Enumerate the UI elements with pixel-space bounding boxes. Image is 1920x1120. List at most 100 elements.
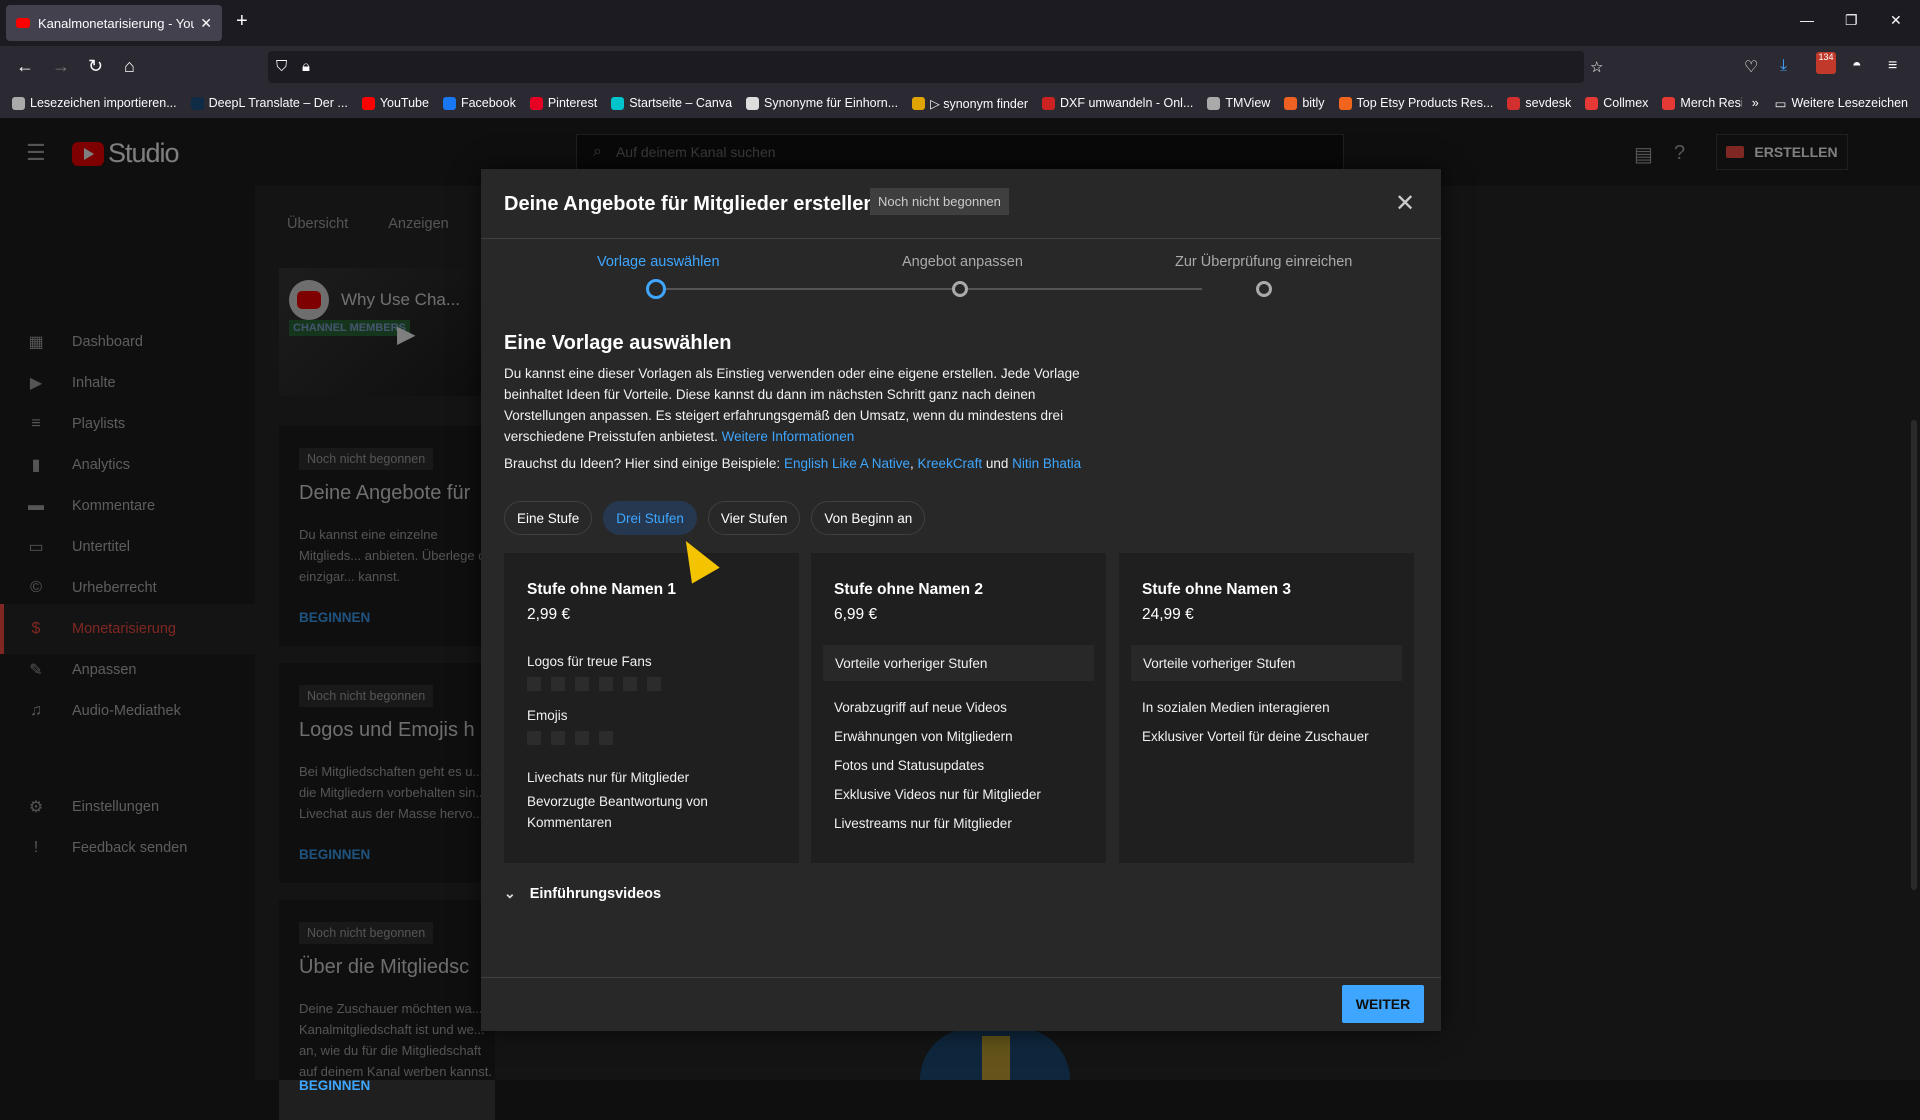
- close-window-icon[interactable]: ✕: [1890, 12, 1902, 29]
- template-chips: Eine Stufe Drei Stufen Vier Stufen Von B…: [504, 501, 936, 535]
- bookmarks-bar: Lesezeichen importieren... DeepL Translat…: [0, 88, 1920, 118]
- shield-icon[interactable]: ⛉: [276, 58, 287, 75]
- pocket-icon[interactable]: ♡: [1744, 57, 1758, 77]
- bookmark-label: Collmex: [1603, 96, 1649, 110]
- bookmark-item[interactable]: Facebook: [442, 96, 516, 110]
- tier-price: 24,99 €: [1142, 606, 1194, 623]
- intro-videos-toggle[interactable]: ⌄ Einführungsvideos: [504, 885, 661, 902]
- chip-three-tiers[interactable]: Drei Stufen: [603, 501, 697, 535]
- perk-item: Livechats nur für Mitglieder: [527, 770, 690, 785]
- tier-card-1[interactable]: Stufe ohne Namen 1 2,99 € Logos für treu…: [504, 553, 799, 863]
- bookmark-label: bitly: [1302, 96, 1325, 110]
- browser-tab-active[interactable]: Kanalmonetarisierung - YouTube ✕: [6, 5, 222, 41]
- perk-item: In sozialen Medien interagieren: [1142, 700, 1330, 715]
- bookmark-label: Startseite – Canva: [629, 96, 733, 110]
- perk-item: Bevorzugte Beantwortung von Kommentaren: [527, 794, 708, 830]
- chevron-down-icon: ⌄: [504, 885, 516, 901]
- folder-icon: ▭: [1774, 96, 1787, 111]
- youtube-favicon-icon: [16, 18, 30, 28]
- example-link-nitin-bhatia[interactable]: Nitin Bhatia: [1012, 456, 1081, 471]
- reload-icon[interactable]: ↻: [88, 56, 103, 77]
- browser-navbar: ← → ↻ ⌂ ⛉ 🔒︎ ☆ ♡ ⤓ 134 ◓ ≡: [0, 46, 1920, 88]
- example-link-english-like-a-native[interactable]: English Like A Native: [784, 456, 910, 471]
- tier-card-2[interactable]: Stufe ohne Namen 2 6,99 € Vorteile vorhe…: [811, 553, 1106, 863]
- extension-badge[interactable]: 134: [1816, 52, 1836, 74]
- url-bar[interactable]: ⛉ 🔒︎ ☆: [268, 51, 1603, 83]
- perk-logos: Logos für treue Fans: [527, 654, 652, 669]
- lock-icon[interactable]: 🔒︎: [302, 58, 310, 75]
- bookmark-item[interactable]: Pinterest: [529, 96, 597, 110]
- bookmark-label: sevdesk: [1525, 96, 1572, 110]
- bookmark-favicon-icon: [1662, 96, 1676, 110]
- tier-name: Stufe ohne Namen 1: [527, 581, 676, 598]
- bookmark-favicon-icon: [1338, 96, 1352, 110]
- footer-divider: [481, 977, 1441, 978]
- step-1-label: Vorlage auswählen: [597, 254, 720, 270]
- bookmark-favicon-icon: [1507, 96, 1521, 110]
- menu-icon[interactable]: ≡: [1888, 57, 1897, 75]
- chip-four-tiers[interactable]: Vier Stufen: [707, 501, 801, 535]
- next-button[interactable]: WEITER: [1342, 985, 1424, 1023]
- previous-tier-perks: Vorteile vorheriger Stufen: [1131, 645, 1402, 681]
- close-tab-icon[interactable]: ✕: [200, 15, 212, 32]
- bookmark-label: DeepL Translate – Der ...: [208, 96, 348, 110]
- forward-icon[interactable]: →: [52, 56, 70, 77]
- restore-icon[interactable]: ❐: [1845, 12, 1858, 29]
- download-icon[interactable]: ⤓: [1780, 57, 1787, 75]
- step-3-label: Zur Überprüfung einreichen: [1175, 254, 1353, 270]
- ideas-comma: ,: [910, 456, 914, 471]
- bookmark-item[interactable]: DeepL Translate – Der ...: [190, 96, 348, 110]
- section-description: Du kannst eine dieser Vorlagen als Einst…: [504, 363, 1114, 447]
- bookmark-favicon-icon: [1284, 96, 1298, 110]
- chevron-double-right-icon[interactable]: »: [1752, 96, 1759, 110]
- bookmark-label: Facebook: [460, 96, 516, 110]
- dialog-divider: [481, 238, 1441, 239]
- bookmark-favicon-icon: [912, 96, 926, 110]
- bookmark-item[interactable]: TMView: [1207, 96, 1270, 110]
- bookmark-item[interactable]: Top Etsy Products Res...: [1338, 96, 1493, 110]
- tier-card-3[interactable]: Stufe ohne Namen 3 24,99 € Vorteile vorh…: [1119, 553, 1414, 863]
- chip-one-tier[interactable]: Eine Stufe: [504, 501, 593, 535]
- bookmark-item[interactable]: ▷ synonym finder: [912, 96, 1028, 111]
- tier-name: Stufe ohne Namen 2: [834, 581, 983, 598]
- bookmark-item[interactable]: YouTube: [361, 96, 429, 110]
- back-icon[interactable]: ←: [16, 56, 34, 77]
- close-icon[interactable]: ✕: [1395, 189, 1415, 218]
- example-link-kreekcraft[interactable]: KreekCraft: [918, 456, 983, 471]
- bookmark-favicon-icon: [361, 96, 375, 110]
- extension-icon[interactable]: ◓: [1852, 57, 1862, 75]
- bookmark-label: DXF umwandeln - Onl...: [1060, 96, 1194, 110]
- bookmark-favicon-icon: [1207, 96, 1221, 110]
- chip-from-scratch[interactable]: Von Beginn an: [811, 501, 926, 535]
- more-info-link[interactable]: Weitere Informationen: [722, 429, 855, 444]
- status-badge: Noch nicht begonnen: [870, 188, 1009, 215]
- perk-item: Exklusive Videos nur für Mitglieder: [834, 787, 1041, 802]
- other-bookmarks-link[interactable]: Weitere Lesezeichen: [1791, 96, 1908, 110]
- bookmark-label: YouTube: [379, 96, 429, 110]
- begin-button[interactable]: BEGINNEN: [299, 1078, 370, 1093]
- bookmark-item[interactable]: Lesezeichen importieren...: [12, 96, 177, 110]
- bookmark-item[interactable]: sevdesk: [1507, 96, 1571, 110]
- step-1-dot: [646, 279, 666, 299]
- intro-videos-label: Einführungsvideos: [529, 885, 662, 902]
- bookmark-favicon-icon: [611, 96, 625, 110]
- bookmark-label: TMView: [1225, 96, 1271, 110]
- bookmark-star-icon[interactable]: ☆: [1590, 58, 1603, 76]
- home-icon[interactable]: ⌂: [124, 56, 135, 77]
- bookmark-label: Lesezeichen importieren...: [30, 96, 177, 110]
- bookmark-favicon-icon: [1042, 96, 1055, 110]
- bookmark-favicon-icon: [1585, 96, 1599, 110]
- bookmark-item[interactable]: Synonyme für Einhorn...: [746, 96, 898, 110]
- bookmark-item[interactable]: Startseite – Canva: [611, 96, 732, 110]
- ideas-prefix: Brauchst du Ideen? Hier sind einige Beis…: [504, 456, 781, 471]
- bookmark-item[interactable]: Collmex: [1585, 96, 1648, 110]
- ideas-line: Brauchst du Ideen? Hier sind einige Beis…: [504, 456, 1081, 471]
- bookmark-favicon-icon: [746, 96, 760, 110]
- perk-item: Vorabzugriff auf neue Videos: [834, 700, 1007, 715]
- minimize-icon[interactable]: —: [1800, 12, 1814, 28]
- new-tab-button[interactable]: +: [236, 10, 248, 33]
- bookmark-item[interactable]: DXF umwandeln - Onl...: [1042, 96, 1193, 110]
- perk-item: Fotos und Statusupdates: [834, 758, 985, 773]
- logo-placeholders: [527, 677, 671, 691]
- bookmark-item[interactable]: bitly: [1284, 96, 1325, 110]
